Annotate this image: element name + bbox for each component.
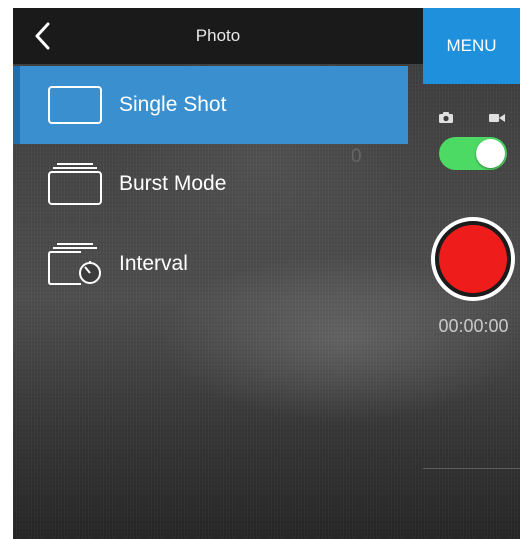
- photo-video-toggle[interactable]: [439, 137, 507, 170]
- top-bar: Photo: [13, 8, 423, 64]
- panel-divider: [423, 468, 520, 469]
- video-camera-icon: [489, 114, 505, 122]
- menu-item-single-shot[interactable]: Single Shot: [13, 66, 408, 144]
- toggle-knob: [476, 139, 505, 168]
- chevron-left-icon: [35, 22, 50, 50]
- menu-button[interactable]: MENU: [423, 8, 520, 84]
- back-button[interactable]: [27, 18, 57, 54]
- photo-mode-list: Single Shot Burst Mode Interval: [13, 66, 408, 304]
- menu-item-label: Interval: [119, 252, 188, 275]
- menu-item-label: Single Shot: [119, 93, 227, 116]
- page-title: Photo: [195, 26, 241, 45]
- overlay-digit: 0: [351, 146, 362, 167]
- record-button[interactable]: [431, 217, 515, 301]
- menu-item-burst-mode[interactable]: Burst Mode: [13, 144, 408, 224]
- menu-item-interval[interactable]: Interval: [13, 224, 408, 304]
- single-frame-icon: [48, 86, 102, 124]
- stacked-frames-icon: [48, 163, 102, 205]
- interval-timer-icon: [48, 243, 101, 285]
- menu-item-label: Burst Mode: [119, 172, 227, 195]
- camera-icon: [439, 112, 453, 123]
- recording-timer: 00:00:00: [438, 316, 509, 336]
- record-button-icon: [439, 225, 507, 293]
